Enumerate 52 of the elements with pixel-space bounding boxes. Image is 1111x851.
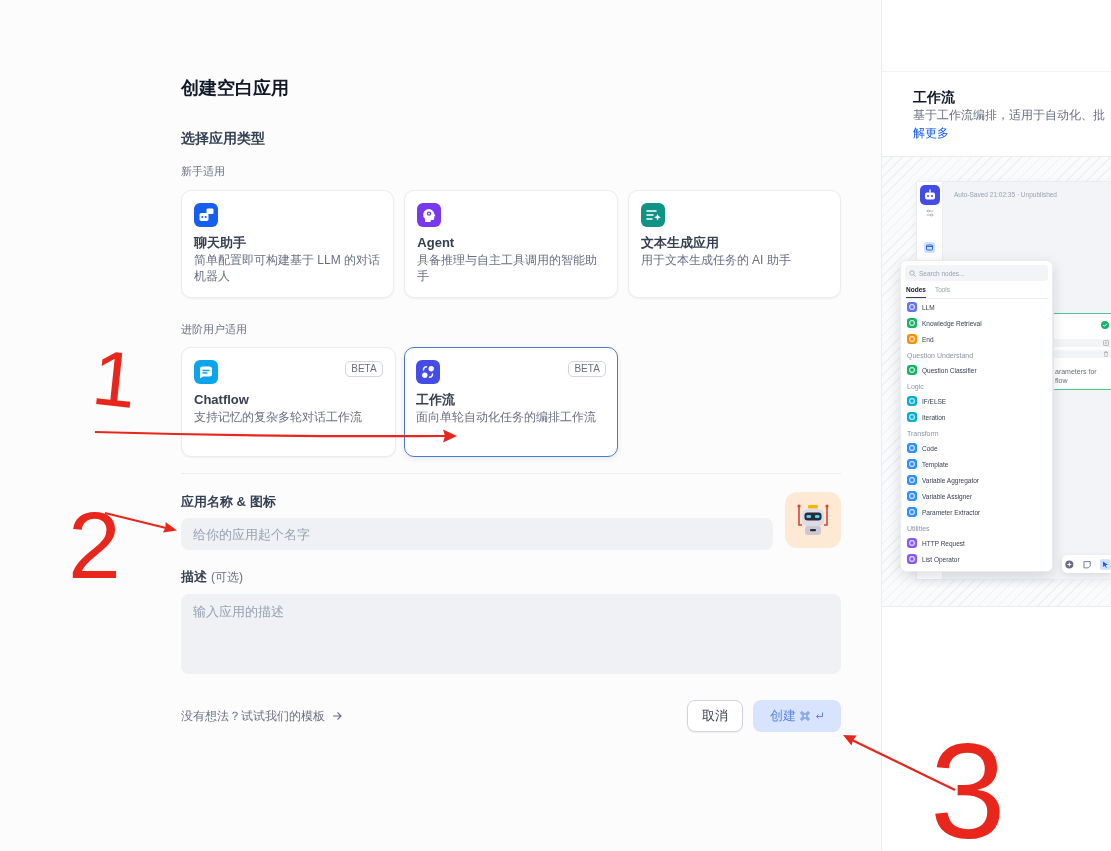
- cancel-button[interactable]: 取消: [687, 700, 743, 732]
- card-description: 具备推理与自主工具调用的智能助手: [417, 252, 599, 284]
- section-title: 选择应用类型: [181, 129, 266, 148]
- annotation-number: 1: [89, 345, 140, 413]
- panel-title: 工作流: [913, 88, 956, 107]
- card-description: 简单配置即可构建基于 LLM 的对话机器人: [194, 252, 381, 284]
- card-description: 用于文本生成任务的 AI 助手: [640, 252, 792, 268]
- group-label: 进阶用户适用: [181, 322, 248, 337]
- add-icon[interactable]: [1065, 559, 1074, 569]
- list-icon: [1103, 340, 1109, 346]
- optional-hint: (可选): [211, 569, 243, 586]
- page-title: 创建空白应用: [181, 77, 290, 100]
- robot-icon[interactable]: [919, 185, 940, 205]
- description-field[interactable]: 输入应用的描述: [181, 594, 841, 674]
- app-type-card[interactable]: 聊天助手 简单配置即可构建基于 LLM 的对话机器人: [181, 190, 395, 298]
- group-label: 新手适用: [181, 164, 226, 179]
- card-description: 面向单轮自动化任务的编排工作流: [416, 408, 598, 425]
- annotation-number: 3: [930, 737, 1006, 846]
- card-title: Chatflow: [194, 391, 250, 409]
- app-type-card[interactable]: Agent 具备推理与自主工具调用的智能助手: [404, 190, 618, 298]
- trash-icon: [1103, 351, 1109, 357]
- app-type-card[interactable]: 文本生成应用 用于文本生成任务的 AI 助手: [627, 190, 841, 298]
- cursor-icon[interactable]: [1100, 558, 1111, 570]
- annotation-number: 2: [68, 507, 121, 583]
- beta-badge: BETA: [568, 360, 606, 377]
- arrow-right-icon: [331, 710, 343, 722]
- chat-bubble-icon: [194, 360, 218, 384]
- note-icon[interactable]: [1082, 559, 1092, 569]
- sliders-icon[interactable]: [925, 209, 934, 217]
- card-title: 文本生成应用: [640, 234, 720, 252]
- learn-more-link[interactable]: 解更多: [913, 125, 949, 141]
- card-title: 聊天助手: [194, 234, 247, 252]
- nodes-icon: [416, 359, 441, 384]
- app-type-card[interactable]: BETA 工作流 面向单轮自动化任务的编排工作流: [403, 347, 619, 457]
- card-description: 支持记忆的复杂多轮对话工作流: [194, 409, 363, 425]
- card-title: 工作流: [416, 390, 457, 409]
- template-link[interactable]: 没有想法？试试我们的模板: [181, 707, 343, 725]
- enter-key-icon: [814, 711, 824, 721]
- field-label: 应用名称 & 图标: [181, 493, 277, 511]
- card-title: Agent: [417, 234, 456, 252]
- app-type-card[interactable]: BETA Chatflow 支持记忆的复杂多轮对话工作流: [181, 347, 396, 457]
- text-sparkle-icon: [640, 203, 665, 227]
- panel-description: 基于工作流编排，适用于自动化、批: [913, 107, 1106, 123]
- search-icon: [909, 269, 916, 277]
- image-icon[interactable]: [924, 242, 935, 253]
- app-name-field[interactable]: 给你的应用起个名字: [181, 518, 773, 550]
- head-gear-icon: [417, 203, 442, 227]
- chat-bot-icon: [194, 203, 218, 227]
- robot-icon[interactable]: [785, 492, 841, 548]
- field-label: 描述: [181, 568, 207, 586]
- command-key-icon: [800, 711, 810, 721]
- beta-badge: BETA: [345, 361, 383, 377]
